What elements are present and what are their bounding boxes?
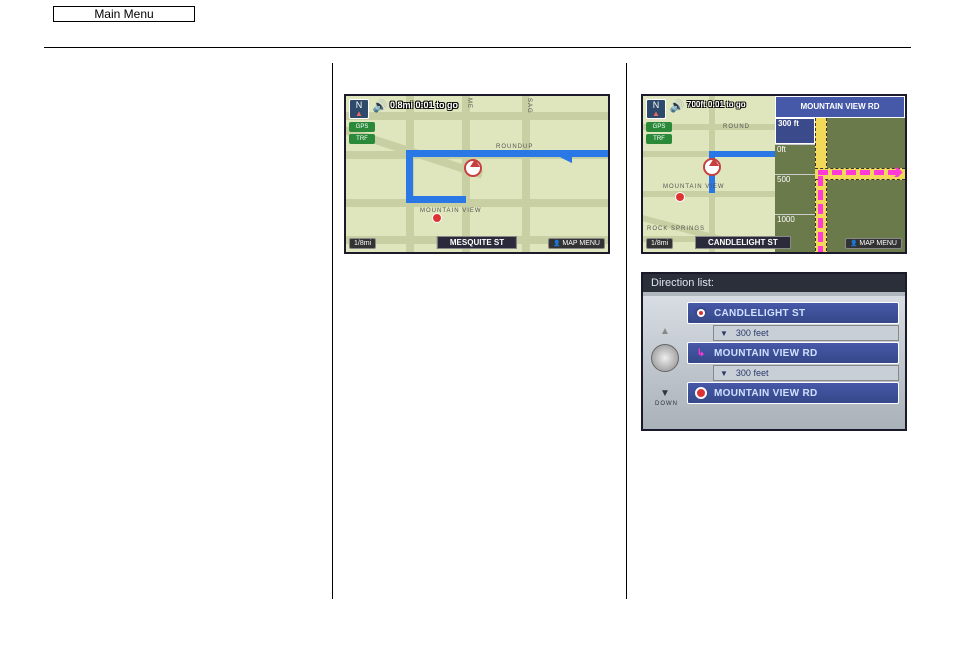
direction-row[interactable]: MOUNTAIN VIEW RD bbox=[687, 382, 899, 404]
distance-seg: 500 bbox=[775, 174, 815, 214]
direction-row-label: MOUNTAIN VIEW RD bbox=[714, 348, 818, 359]
map-top-bar: N 🔊 0.8mi 0:01 to go bbox=[346, 96, 608, 120]
road-label: ROCK SPRINGS bbox=[647, 226, 705, 232]
direction-list-title: Direction list: bbox=[643, 274, 905, 292]
scroll-knob[interactable] bbox=[651, 344, 679, 372]
map-scale-button[interactable]: 1/8mi bbox=[646, 238, 673, 249]
route-arrow-icon: ◀ bbox=[561, 148, 572, 165]
header-rule bbox=[44, 47, 911, 48]
next-street-label: MOUNTAIN VIEW RD bbox=[775, 96, 905, 118]
direction-rows: CANDLELIGHT ST ▼ 300 feet ↳ MOUNTAIN VIE… bbox=[687, 302, 899, 405]
direction-row[interactable]: CANDLELIGHT ST bbox=[687, 302, 899, 324]
status-badges: GPS TRF bbox=[349, 122, 375, 146]
guidance-path bbox=[818, 170, 898, 175]
route-line bbox=[406, 196, 466, 203]
column-divider bbox=[332, 63, 333, 599]
compass-icon[interactable]: N bbox=[646, 99, 666, 119]
route-line bbox=[709, 151, 779, 157]
direction-list-panel: Direction list: ▲ ▼ DOWN CANDLELIGHT ST … bbox=[641, 272, 907, 431]
map-menu-button[interactable]: MAP MENU bbox=[845, 238, 902, 249]
column-divider bbox=[626, 63, 627, 599]
distance-seg: 300 ft bbox=[775, 118, 815, 144]
scroll-down-icon[interactable]: ▼ bbox=[660, 388, 670, 399]
destination-pin-icon bbox=[432, 213, 442, 223]
gps-badge: GPS bbox=[349, 122, 375, 132]
guidance-path bbox=[818, 176, 823, 252]
map-left-pane: ROUND MOUNTAIN VIEW ROCK SPRINGS ROSA bbox=[643, 96, 779, 252]
chevron-down-icon: ▼ bbox=[720, 329, 728, 338]
distance-seg: 0ft bbox=[775, 144, 815, 174]
traffic-badge: TRF bbox=[646, 134, 672, 144]
distance-to-go: 700ft 0:01 to go bbox=[687, 100, 746, 109]
traffic-badge: TRF bbox=[349, 134, 375, 144]
current-street-label: CANDLELIGHT ST bbox=[695, 236, 791, 249]
direction-row-label: CANDLELIGHT ST bbox=[714, 308, 805, 319]
current-street-label: MESQUITE ST bbox=[437, 236, 517, 249]
direction-row[interactable]: ↳ MOUNTAIN VIEW RD bbox=[687, 342, 899, 364]
road bbox=[346, 199, 610, 207]
turn-right-icon: ↳ bbox=[694, 346, 708, 360]
road-label: ROUND bbox=[723, 124, 750, 130]
road-label: ROUNDUP bbox=[496, 144, 533, 150]
voice-icon[interactable]: 🔊 bbox=[372, 99, 388, 115]
map-guidance-pane: MOUNTAIN VIEW RD ➔ 300 ft 0ft 500 1000 bbox=[775, 96, 905, 252]
distance-scale: 300 ft 0ft 500 1000 bbox=[775, 118, 815, 252]
waypoint-icon bbox=[694, 306, 708, 320]
road-label: MOUNTAIN VIEW bbox=[663, 184, 725, 190]
voice-icon[interactable]: 🔊 bbox=[669, 99, 685, 115]
gps-badge: GPS bbox=[646, 122, 672, 132]
turn-arrow-icon: ➔ bbox=[888, 162, 903, 183]
road-label: MOUNTAIN VIEW bbox=[420, 208, 482, 214]
route-line bbox=[406, 150, 413, 202]
vehicle-position-icon bbox=[464, 159, 482, 177]
status-badges: GPS TRF bbox=[646, 122, 672, 146]
main-menu-button[interactable]: Main Menu bbox=[53, 6, 195, 22]
direction-row-distance: ▼ 300 feet bbox=[713, 365, 899, 381]
map-menu-button[interactable]: MAP MENU bbox=[548, 238, 605, 249]
map-screenshot-split: ROUND MOUNTAIN VIEW ROCK SPRINGS ROSA MO… bbox=[641, 94, 907, 254]
distance-to-go: 0.8mi 0:01 to go bbox=[390, 100, 458, 110]
destination-pin-icon bbox=[675, 192, 685, 202]
route-line bbox=[406, 150, 610, 157]
direction-row-label: MOUNTAIN VIEW RD bbox=[714, 388, 818, 399]
direction-row-distance-text: 300 feet bbox=[736, 328, 769, 338]
chevron-down-icon: ▼ bbox=[720, 369, 728, 378]
down-label: DOWN bbox=[655, 401, 678, 407]
compass-icon[interactable]: N bbox=[349, 99, 369, 119]
direction-row-distance-text: 300 feet bbox=[736, 368, 769, 378]
vehicle-position-icon bbox=[703, 158, 721, 176]
direction-row-distance: ▼ 300 feet bbox=[713, 325, 899, 341]
direction-list-body: ▲ ▼ DOWN CANDLELIGHT ST ▼ 300 feet ↳ MOU… bbox=[643, 296, 905, 431]
map-scale-button[interactable]: 1/8mi bbox=[349, 238, 376, 249]
scroll-up-icon[interactable]: ▲ bbox=[660, 326, 670, 337]
map-screenshot-main: ◀ ROUNDUP MOUNTAIN VIEW SAG ME N 🔊 0.8mi… bbox=[344, 94, 610, 254]
destination-icon bbox=[694, 386, 708, 400]
